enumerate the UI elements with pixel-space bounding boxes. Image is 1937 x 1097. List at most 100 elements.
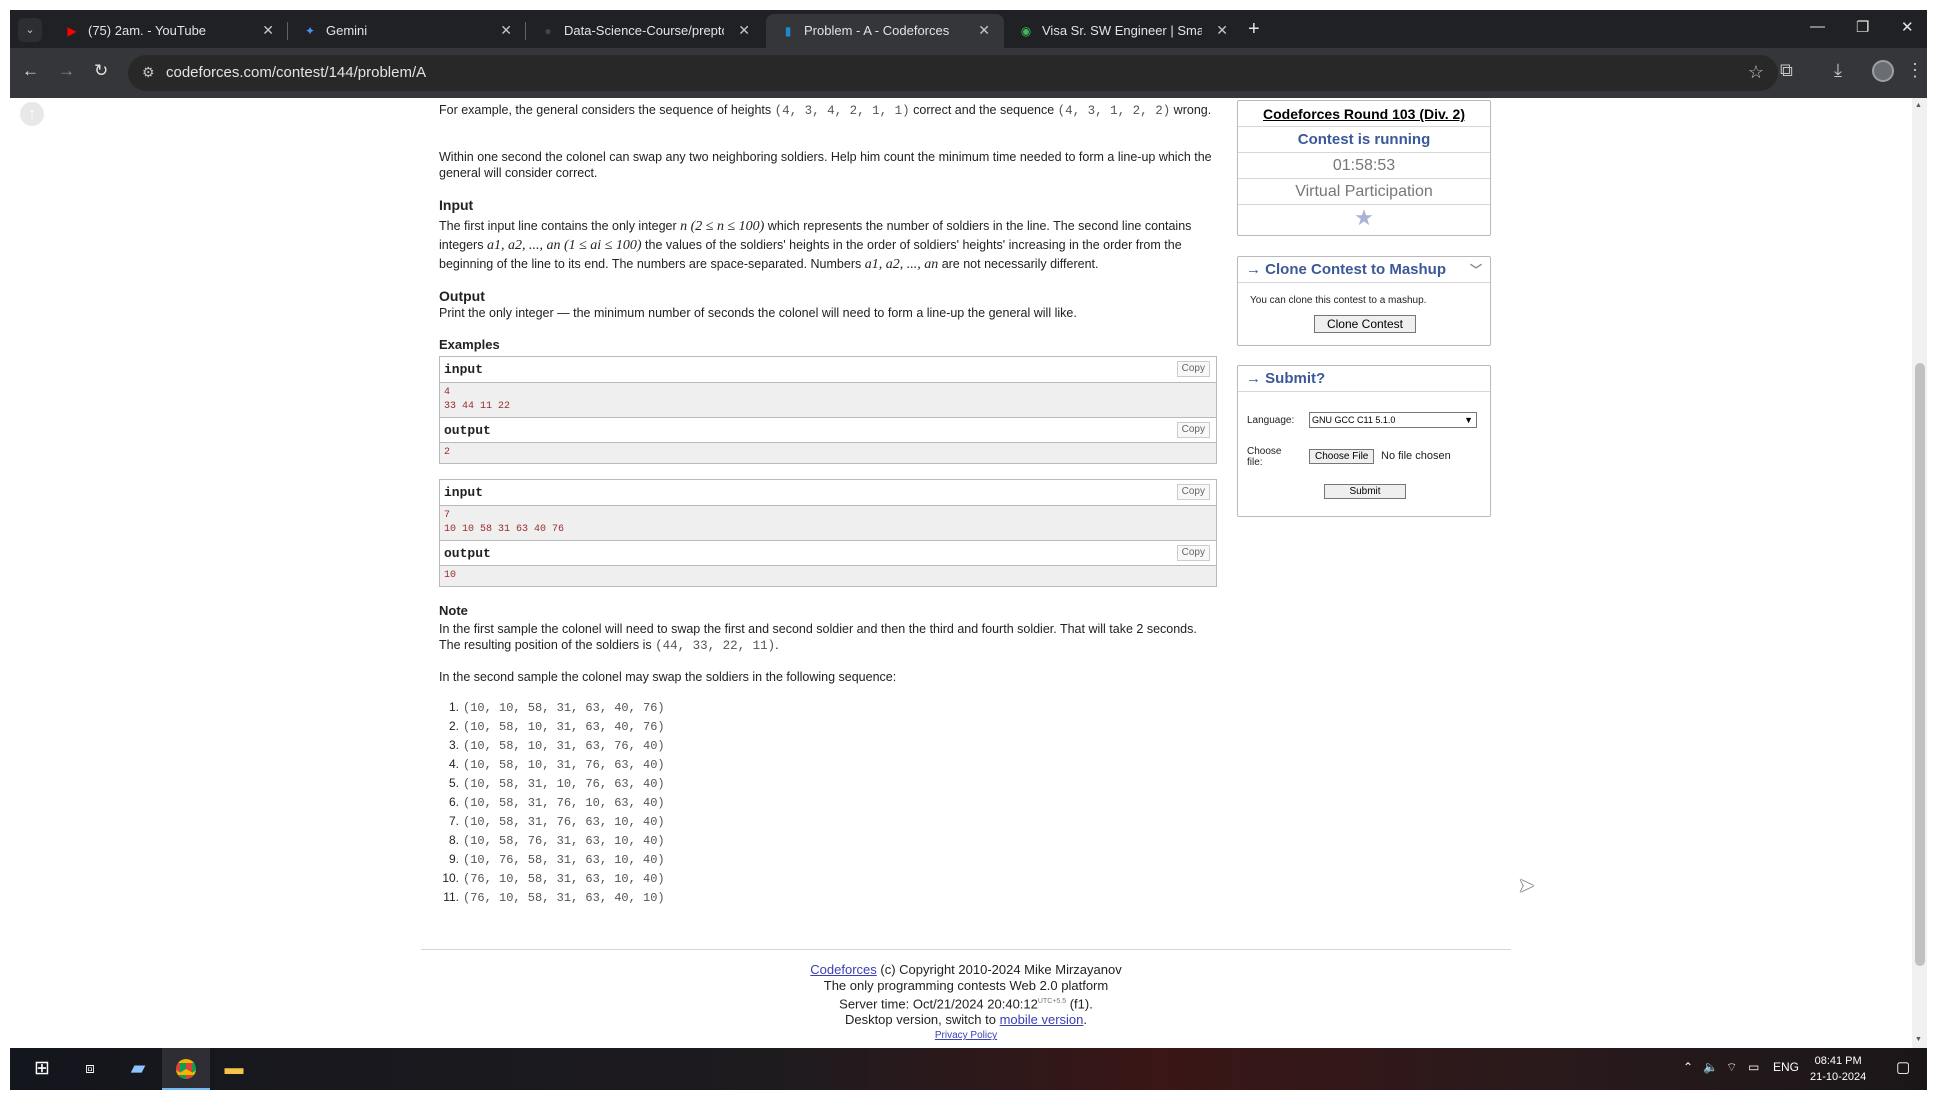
- sequence-value: (10, 10, 58, 31, 63, 40, 76): [463, 701, 665, 715]
- battery-icon[interactable]: ▭: [1748, 1060, 1759, 1074]
- list-number: 9.: [448, 852, 459, 866]
- output-line: 10: [444, 570, 457, 581]
- close-window-icon[interactable]: ✕: [1901, 18, 1914, 36]
- sequence-value: (76, 10, 58, 31, 63, 40, 10): [463, 891, 665, 905]
- scrollbar-thumb[interactable]: [1915, 363, 1925, 966]
- list-number: 10.: [442, 871, 459, 885]
- task-view-icon[interactable]: ⧈: [66, 1048, 114, 1090]
- scroll-up-icon[interactable]: ▲: [1915, 102, 1922, 109]
- privacy-policy-link[interactable]: Privacy Policy: [935, 1030, 997, 1041]
- copy-button[interactable]: Copy: [1176, 361, 1210, 377]
- input-language[interactable]: ENG: [1773, 1060, 1799, 1074]
- scroll-to-top-icon[interactable]: ↑: [20, 102, 44, 126]
- round-link[interactable]: Codeforces Round 103 (Div. 2): [1263, 106, 1465, 122]
- close-icon[interactable]: ✕: [978, 22, 990, 39]
- screen: ⌄ ▶ (75) 2am. - YouTube ✕ ✦ Gemini ✕ ● D…: [0, 0, 1937, 1097]
- example-paragraph: For example, the general considers the s…: [439, 102, 1219, 119]
- sequence-value: (10, 58, 31, 76, 10, 63, 40): [463, 796, 665, 810]
- language-select[interactable]: GNU GCC C11 5.1.0 ▼: [1309, 412, 1477, 428]
- language-label: Language:: [1247, 415, 1295, 426]
- countdown-timer: 01:58:53: [1332, 157, 1396, 174]
- chevron-down-icon[interactable]: ﹀: [1470, 261, 1482, 278]
- tab-youtube[interactable]: ▶ (75) 2am. - YouTube ✕: [50, 14, 288, 48]
- math-n: n (2 ≤ n ≤ 100): [680, 219, 765, 234]
- reload-icon[interactable]: ↻: [94, 61, 108, 81]
- sequence-value: (10, 58, 31, 10, 76, 63, 40): [463, 777, 665, 791]
- system-clock[interactable]: 08:41 PM 21-10-2024: [1810, 1053, 1866, 1085]
- sample-output-body[interactable]: 10: [440, 566, 1216, 586]
- back-icon[interactable]: ←: [22, 61, 39, 81]
- tab-smartrecruiters[interactable]: ◉ Visa Sr. SW Engineer | SmartRec ✕: [1004, 14, 1242, 48]
- choose-file-button[interactable]: Choose File: [1309, 449, 1375, 464]
- list-number: 2.: [448, 719, 459, 733]
- file-explorer-icon[interactable]: ▬: [210, 1048, 258, 1090]
- codeforces-icon: ▮: [784, 24, 792, 38]
- forward-icon[interactable]: →: [58, 61, 75, 81]
- url-text: codeforces.com/contest/144/problem/A: [166, 64, 427, 81]
- star-icon[interactable]: ★: [1354, 205, 1374, 230]
- list-item: 8. (10, 58, 76, 31, 63, 10, 40): [439, 831, 739, 850]
- new-tab-icon[interactable]: +: [1248, 18, 1260, 40]
- tab-codeforces[interactable]: ▮ Problem - A - Codeforces ✕: [766, 14, 1004, 48]
- list-number: 8.: [448, 833, 459, 847]
- input-line: 10 10 58 31 63 40 76: [444, 524, 565, 535]
- clone-button-wrap: Clone Contest: [1238, 315, 1492, 333]
- mobile-version-link[interactable]: mobile version: [1000, 1012, 1084, 1027]
- download-icon[interactable]: ⤓: [1834, 60, 1842, 81]
- copy-button[interactable]: Copy: [1176, 545, 1210, 561]
- menu-icon[interactable]: ⋮: [1906, 60, 1924, 81]
- tab-gemini[interactable]: ✦ Gemini ✕: [288, 14, 526, 48]
- output-paragraph: Print the only integer — the minimum num…: [439, 306, 1077, 320]
- round-row: Codeforces Round 103 (Div. 2): [1238, 101, 1490, 127]
- notepad-icon[interactable]: ▰: [114, 1048, 162, 1090]
- sample-input-body[interactable]: 4 33 44 11 22: [440, 383, 1216, 417]
- text: For example, the general considers the s…: [439, 103, 775, 117]
- close-icon[interactable]: ✕: [738, 22, 750, 39]
- star-row: ★: [1238, 205, 1490, 231]
- copy-button[interactable]: Copy: [1176, 422, 1210, 438]
- minimize-icon[interactable]: —: [1810, 18, 1825, 35]
- site-settings-icon[interactable]: ⚙: [142, 64, 155, 81]
- codeforces-link[interactable]: Codeforces: [810, 962, 876, 977]
- show-hidden-icons-icon[interactable]: ⌃: [1683, 1060, 1693, 1074]
- list-item: 2. (10, 58, 10, 31, 63, 40, 76): [439, 717, 739, 736]
- input-paragraph: The first input line contains the only i…: [439, 217, 1219, 274]
- close-icon[interactable]: ✕: [1216, 22, 1228, 39]
- copy-button[interactable]: Copy: [1176, 484, 1210, 500]
- language-value: GNU GCC C11 5.1.0: [1312, 415, 1396, 425]
- restore-icon[interactable]: ❐: [1856, 18, 1869, 36]
- sample-input-body[interactable]: 7 10 10 58 31 63 40 76: [440, 506, 1216, 540]
- extensions-icon[interactable]: ⧉: [1780, 60, 1793, 81]
- output-label: output: [444, 546, 491, 561]
- list-item: 10. (76, 10, 58, 31, 63, 10, 40): [439, 869, 739, 888]
- footer-tagline: The only programming contests Web 2.0 pl…: [823, 978, 1109, 993]
- sequence-value: (10, 58, 10, 31, 63, 76, 40): [463, 739, 665, 753]
- tab-github[interactable]: ● Data-Science-Course/preptopic ✕: [526, 14, 764, 48]
- page-viewport: ↑ For example, the general considers the…: [10, 98, 1927, 1048]
- vertical-scrollbar[interactable]: ▲ ▼: [1912, 98, 1927, 1048]
- notifications-icon[interactable]: ▢: [1896, 1058, 1910, 1076]
- volume-icon[interactable]: 🔈: [1703, 1060, 1718, 1074]
- scroll-down-icon[interactable]: ▼: [1915, 1036, 1922, 1043]
- address-bar[interactable]: ⚙ codeforces.com/contest/144/problem/A ☆: [128, 55, 1778, 91]
- participation-type: Virtual Participation: [1295, 183, 1433, 200]
- sample-output-header: output Copy: [440, 540, 1216, 566]
- close-icon[interactable]: ✕: [262, 22, 274, 39]
- close-icon[interactable]: ✕: [500, 22, 512, 39]
- windows-taskbar: ⊞ ⧈ ▰ ▬ ⌃ 🔈 ⌔ ▭ ENG 08:41 PM 21-10-2024 …: [10, 1048, 1927, 1090]
- submit-button[interactable]: Submit: [1324, 484, 1406, 499]
- input-section-title: Input: [439, 197, 474, 213]
- windows-start-icon[interactable]: ⊞: [18, 1048, 66, 1090]
- clone-contest-box: → Clone Contest to Mashup ﹀ You can clon…: [1237, 256, 1491, 346]
- list-number: 7.: [448, 814, 459, 828]
- tab-search-icon[interactable]: ⌄: [18, 18, 42, 42]
- list-number: 11.: [443, 890, 459, 904]
- bookmark-star-icon[interactable]: ☆: [1748, 62, 1764, 83]
- clone-contest-button[interactable]: Clone Contest: [1313, 315, 1417, 333]
- tab-label: (75) 2am. - YouTube: [88, 23, 207, 38]
- sample-output-body[interactable]: 2: [440, 443, 1216, 463]
- profile-avatar[interactable]: [1872, 60, 1894, 82]
- wifi-icon[interactable]: ⌔: [1726, 1060, 1737, 1075]
- tab-label: Gemini: [326, 23, 368, 38]
- chrome-icon[interactable]: [162, 1048, 210, 1090]
